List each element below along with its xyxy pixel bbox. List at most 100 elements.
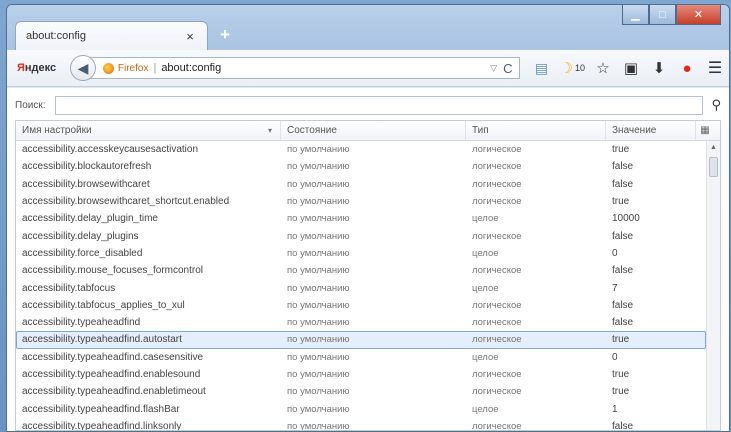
pref-status: по умолчанию <box>287 403 350 415</box>
pref-type: логическое <box>472 161 522 173</box>
moon-icon[interactable]: ☽ 10 <box>556 56 589 80</box>
tab-about-config[interactable]: about:config × <box>15 21 208 50</box>
card-icon[interactable]: ▤ <box>528 56 556 80</box>
back-button[interactable]: ◀ <box>70 55 96 81</box>
close-window-button[interactable]: ✕ <box>676 5 721 25</box>
table-row[interactable]: accessibility.typeaheadfind.casesensitiv… <box>16 349 706 366</box>
pref-name: accessibility.typeaheadfind.linksonly <box>22 420 182 430</box>
minimize-button[interactable]: ▁ <box>622 5 649 25</box>
pref-value: false <box>612 178 634 190</box>
url-text[interactable]: about:config <box>161 62 490 74</box>
column-header-type[interactable]: Тип <box>466 121 606 140</box>
table-header: Имя настройки ▾ Состояние Тип Значение ▦ <box>16 121 720 141</box>
search-input[interactable] <box>55 95 703 115</box>
table-row[interactable]: accessibility.typeaheadfind.enablesound п… <box>16 366 706 383</box>
table-row[interactable]: accessibility.typeaheadfind по умолчанию л… <box>16 314 706 331</box>
pref-type: логическое <box>472 265 522 277</box>
table-row[interactable]: accessibility.accesskeycausesactivation п… <box>16 141 706 158</box>
pref-value: false <box>612 420 634 430</box>
table-row[interactable]: accessibility.browsewithcaret_shortcut.e… <box>16 193 706 210</box>
pref-status: по умолчанию <box>287 230 350 242</box>
back-arrow-icon: ◀ <box>77 59 89 76</box>
search-icon[interactable]: ⚲ <box>703 97 721 113</box>
pref-status: по умолчанию <box>287 161 350 173</box>
pref-status: по умолчанию <box>287 178 350 190</box>
toolbar-icons: ▤ ☽ 10 ☆ ▣ ⬇ ● ☰ <box>528 56 729 80</box>
address-bar[interactable]: Firefox | about:config ▽ C <box>89 57 520 79</box>
window-controls: ▁ □ ✕ <box>622 5 721 25</box>
table-row[interactable]: accessibility.typeaheadfind.flashBar по у… <box>16 400 706 417</box>
table-row[interactable]: accessibility.typeaheadfind.autostart по … <box>16 331 706 349</box>
table-row[interactable]: accessibility.mouse_focuses_formcontrol п… <box>16 262 706 279</box>
table-row[interactable]: accessibility.typeaheadfind.enabletimeou… <box>16 383 706 400</box>
pref-name: accessibility.mouse_focuses_formcontrol <box>22 265 204 277</box>
yandex-logo[interactable]: Яндекс <box>17 62 56 74</box>
pref-value: 1 <box>612 403 618 415</box>
maximize-button[interactable]: □ <box>649 5 676 25</box>
pref-name: accessibility.blockautorefresh <box>22 161 152 173</box>
scroll-thumb[interactable] <box>709 157 718 177</box>
sort-arrow-icon: ▾ <box>267 126 272 135</box>
clipboard-icon[interactable]: ▣ <box>617 56 645 80</box>
table-row[interactable]: accessibility.tabfocus по умолчанию целое 7 <box>16 279 706 296</box>
pref-name: accessibility.browsewithcaret <box>22 178 150 190</box>
table-row[interactable]: accessibility.browsewithcaret по умолчани… <box>16 176 706 193</box>
pref-type: целое <box>472 213 499 225</box>
pref-name: accessibility.tabfocus_applies_to_xul <box>22 299 185 311</box>
table-row[interactable]: accessibility.tabfocus_applies_to_xul по … <box>16 297 706 314</box>
pref-status: по умолчанию <box>287 213 350 225</box>
pref-type: логическое <box>472 144 522 156</box>
pref-type: логическое <box>472 334 522 346</box>
identity-label[interactable]: Firefox <box>118 63 149 74</box>
pref-name: accessibility.tabfocus <box>22 282 116 294</box>
star-icon[interactable]: ☆ <box>589 56 617 80</box>
scroll-up-icon[interactable]: ▲ <box>707 141 720 155</box>
menu-icon[interactable]: ☰ <box>701 56 729 80</box>
search-row: Поиск: ⚲ <box>15 95 721 115</box>
firefox-icon <box>102 62 114 74</box>
column-header-status[interactable]: Состояние <box>281 121 466 140</box>
table-row[interactable]: accessibility.delay_plugin_time по умолча… <box>16 210 706 227</box>
column-header-value[interactable]: Значение <box>606 121 696 140</box>
tab-close-icon[interactable]: × <box>183 29 197 44</box>
table-row[interactable]: accessibility.typeaheadfind.linksonly по … <box>16 418 706 430</box>
pref-value: true <box>612 144 630 156</box>
pref-value: false <box>612 317 634 329</box>
tab-strip: about:config × + ▁ □ ✕ <box>7 5 729 50</box>
pref-type: логическое <box>472 230 522 242</box>
alert-icon[interactable]: ● <box>673 56 701 80</box>
table-row[interactable]: accessibility.blockautorefresh по умолчан… <box>16 158 706 175</box>
pref-type: целое <box>472 247 499 259</box>
url-dropdown-icon[interactable]: ▽ <box>490 63 497 74</box>
pref-value: false <box>612 299 634 311</box>
pref-value: true <box>612 386 630 398</box>
pref-status: по умолчанию <box>287 282 350 294</box>
url-separator: | <box>153 62 157 74</box>
pref-type: целое <box>472 282 499 294</box>
pref-value: false <box>612 230 634 242</box>
column-picker-icon[interactable]: ▦ <box>696 125 714 136</box>
yandex-logo-rest: ндекс <box>24 62 57 74</box>
pref-type: логическое <box>472 196 522 208</box>
pref-type: логическое <box>472 317 522 329</box>
vertical-scrollbar[interactable]: ▲ <box>706 141 720 430</box>
preferences-table: Имя настройки ▾ Состояние Тип Значение ▦… <box>15 120 721 431</box>
moon-count: 10 <box>574 63 585 73</box>
pref-name: accessibility.typeaheadfind.casesensitiv… <box>22 351 204 363</box>
new-tab-button[interactable]: + <box>214 25 236 45</box>
pref-name: accessibility.force_disabled <box>22 247 143 259</box>
pref-value: 10000 <box>612 213 640 225</box>
pref-name: accessibility.typeaheadfind.enabletimeou… <box>22 386 206 398</box>
pref-name: accessibility.accesskeycausesactivation <box>22 144 199 156</box>
pref-value: 0 <box>612 247 618 259</box>
pref-status: по умолчанию <box>287 299 350 311</box>
table-row[interactable]: accessibility.force_disabled по умолчанию… <box>16 245 706 262</box>
pref-name: accessibility.typeaheadfind.enablesound <box>22 369 201 380</box>
table-row[interactable]: accessibility.delay_plugins по умолчанию л… <box>16 227 706 244</box>
pref-type: логическое <box>472 178 522 190</box>
reload-icon[interactable]: C <box>503 61 512 76</box>
column-header-name[interactable]: Имя настройки ▾ <box>16 121 281 140</box>
pref-type: целое <box>472 351 499 363</box>
pref-value: 7 <box>612 282 618 294</box>
download-icon[interactable]: ⬇ <box>645 56 673 80</box>
